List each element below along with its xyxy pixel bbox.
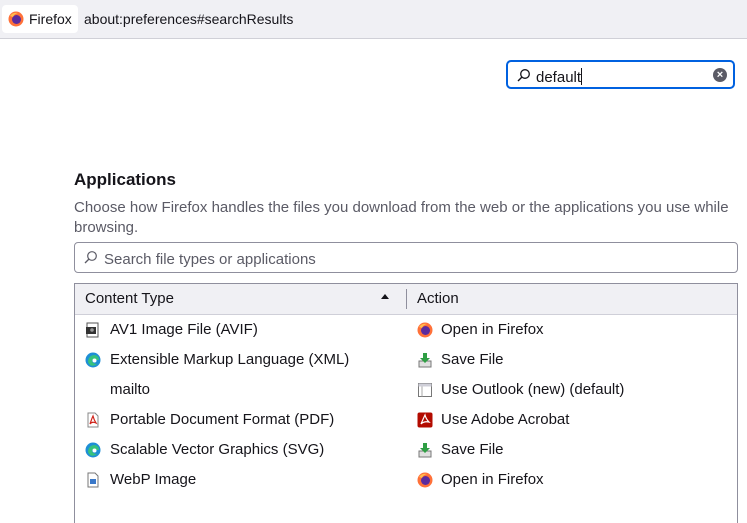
table-row[interactable]: Scalable Vector Graphics (SVG) Save File — [75, 435, 737, 465]
preferences-search-input[interactable]: default × — [506, 60, 735, 89]
applications-heading: Applications — [74, 170, 177, 189]
edge-icon — [85, 442, 101, 458]
file-type-search-input[interactable] — [102, 247, 706, 271]
table-header: Content Type Action — [75, 284, 737, 315]
firefox-logo-icon — [8, 11, 24, 27]
action-label[interactable]: Use Outlook (new) (default) — [441, 381, 624, 398]
table-row[interactable]: AV1 Image File (AVIF) Open in Firefox — [75, 315, 737, 345]
url-text[interactable]: about:preferences#searchResults — [84, 11, 293, 27]
avif-file-icon — [86, 322, 99, 338]
action-label[interactable]: Save File — [441, 441, 504, 458]
action-label[interactable]: Save File — [441, 351, 504, 368]
action-column-header[interactable]: Action — [417, 290, 459, 307]
applications-description: Choose how Firefox handles the files you… — [74, 199, 729, 236]
clear-search-icon[interactable]: × — [713, 68, 727, 82]
table-row[interactable]: Portable Document Format (PDF) Use Adobe… — [75, 405, 737, 435]
identity-box[interactable]: Firefox — [2, 5, 78, 33]
url-bar: Firefox about:preferences#searchResults — [0, 0, 747, 39]
acrobat-icon — [417, 412, 433, 428]
content-type-label: Extensible Markup Language (XML) — [110, 351, 350, 368]
sort-ascending-icon — [381, 294, 389, 299]
column-divider — [406, 289, 407, 309]
table-row[interactable]: mailto Use Outlook (new) (default) — [75, 375, 737, 405]
identity-label: Firefox — [29, 11, 72, 27]
content-type-label: AV1 Image File (AVIF) — [110, 321, 258, 338]
content-type-label: Portable Document Format (PDF) — [110, 411, 335, 428]
content-type-label: Scalable Vector Graphics (SVG) — [110, 441, 325, 458]
search-icon — [517, 69, 530, 82]
firefox-icon — [417, 472, 433, 488]
search-icon — [84, 251, 97, 264]
save-file-icon — [418, 443, 432, 458]
edge-icon — [85, 352, 101, 368]
outlook-window-icon — [418, 383, 432, 397]
save-file-icon — [418, 353, 432, 368]
text-caret — [581, 68, 583, 85]
firefox-icon — [417, 322, 433, 338]
handlers-table: Content Type Action AV1 Image File (AVIF… — [74, 283, 738, 523]
action-label[interactable]: Open in Firefox — [441, 471, 544, 488]
image-file-icon — [87, 472, 99, 488]
search-value: default — [536, 68, 583, 86]
file-type-filter[interactable] — [74, 242, 738, 273]
table-row[interactable]: Extensible Markup Language (XML) Save Fi… — [75, 345, 737, 375]
content-type-label: WebP Image — [110, 471, 197, 488]
table-row[interactable]: WebP Image Open in Firefox — [75, 465, 737, 495]
pdf-file-icon — [87, 412, 99, 428]
content-type-column-header[interactable]: Content Type — [85, 290, 174, 307]
action-label[interactable]: Open in Firefox — [441, 321, 544, 338]
action-label[interactable]: Use Adobe Acrobat — [441, 411, 569, 428]
content-type-label: mailto — [110, 381, 151, 398]
